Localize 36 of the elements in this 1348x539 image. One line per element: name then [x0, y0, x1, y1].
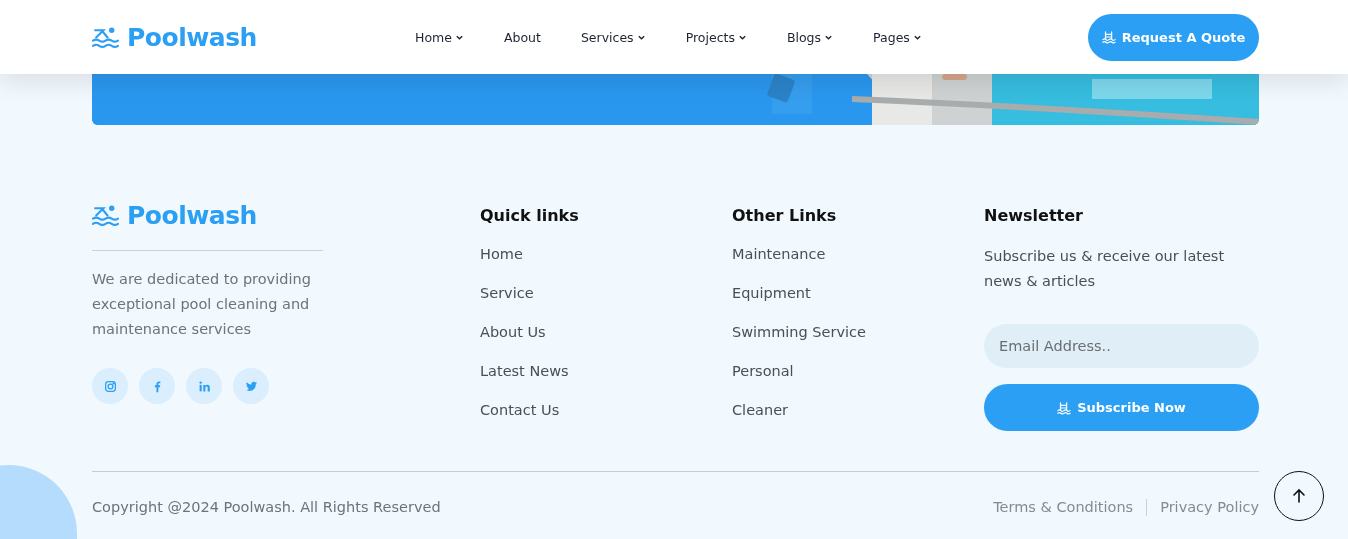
nav-link[interactable]: Blogs	[766, 29, 854, 45]
swimmer-icon	[92, 25, 119, 49]
footer-link[interactable]: Equipment	[732, 283, 984, 303]
footer-link[interactable]: About Us	[480, 322, 732, 342]
arrow-up-icon	[1291, 488, 1307, 504]
footer-link[interactable]: Latest News	[480, 361, 732, 381]
swimmer-icon	[92, 204, 119, 227]
pool-ladder-icon	[1101, 30, 1116, 44]
nav-link[interactable]: About	[483, 29, 561, 45]
column-heading: Quick links	[480, 205, 580, 225]
footer-link[interactable]: Service	[480, 283, 732, 303]
copyright-text: Copyright @2024 Poolwash. All Rights Reserved	[92, 499, 441, 515]
footer-link[interactable]: Maintenance	[732, 244, 984, 264]
footer-link[interactable]: Personal	[732, 361, 984, 381]
nav-link[interactable]: Pages	[853, 29, 942, 45]
instagram-button[interactable]	[92, 368, 128, 404]
scroll-top-button[interactable]	[1274, 471, 1324, 521]
about-text: We are dedicated to providing exceptional pool cleaning and maintenance services	[92, 270, 312, 339]
newsletter-text: Subscribe us & receive our latest news & articles	[984, 247, 1226, 291]
nav-link[interactable]: Projects	[665, 29, 767, 45]
nav-link[interactable]: Services	[560, 29, 666, 45]
pool-ladder-icon	[1057, 400, 1072, 415]
column-heading: Other Links	[732, 205, 838, 225]
footer-link[interactable]: Cleaner	[732, 400, 984, 420]
instagram-icon	[103, 379, 117, 393]
footer-link[interactable]: Contact Us	[480, 400, 732, 420]
twitter-icon	[244, 379, 258, 393]
linkedin-button[interactable]	[186, 368, 222, 404]
linkedin-icon	[197, 379, 211, 393]
facebook-button[interactable]	[139, 368, 175, 404]
email-field[interactable]: Email Address..	[984, 324, 1259, 368]
twitter-button[interactable]	[233, 368, 269, 404]
column-heading: Newsletter	[984, 205, 1084, 225]
footer-link[interactable]: Home	[480, 244, 732, 264]
nav-link[interactable]: Home	[395, 29, 484, 45]
footer-link[interactable]: Swimming Service	[732, 322, 984, 342]
